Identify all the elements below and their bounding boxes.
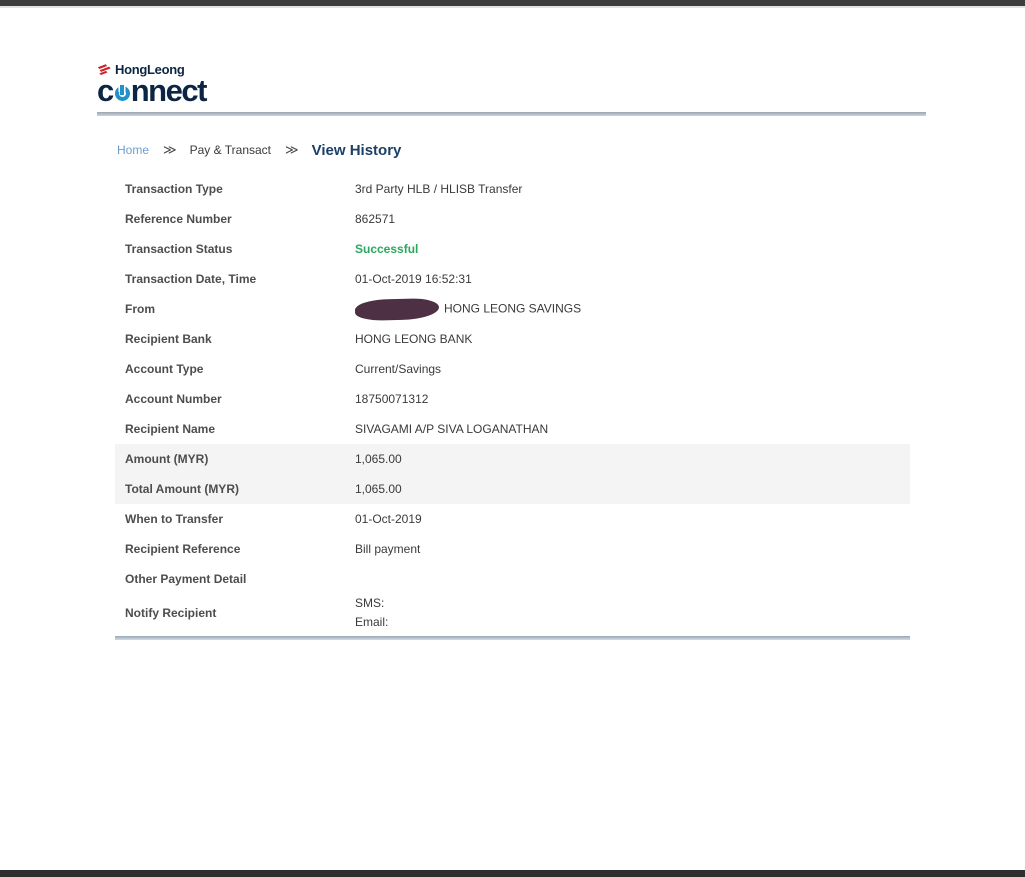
detail-row: Recipient ReferenceBill payment [115,534,910,564]
detail-row: Total Amount (MYR)1,065.00 [115,474,910,504]
detail-value: 1,065.00 [355,482,910,496]
page-content: HongLeong c nnect Home ≫ Pay & Transact … [97,10,926,640]
detail-row: Transaction Date, Time01-Oct-2019 16:52:… [115,264,910,294]
detail-value: SIVAGAMI A/P SIVA LOGANATHAN [355,422,910,436]
detail-value: HONG LEONG SAVINGS [355,299,910,320]
detail-label: Other Payment Detail [115,572,355,586]
detail-row: Transaction Type3rd Party HLB / HLISB Tr… [115,174,910,204]
header-divider [97,112,926,116]
detail-label: From [115,302,355,316]
browser-top-edge [0,0,1025,8]
power-button-icon [115,86,130,101]
detail-label: Amount (MYR) [115,452,355,466]
detail-label: Recipient Reference [115,542,355,556]
transaction-details-table: Transaction Type3rd Party HLB / HLISB Tr… [115,174,910,632]
detail-row: When to Transfer01-Oct-2019 [115,504,910,534]
redaction-scribble [355,297,440,320]
detail-value: 862571 [355,212,910,226]
browser-bottom-edge [0,870,1025,877]
detail-label: Account Type [115,362,355,376]
detail-value: Bill payment [355,542,910,556]
detail-row: Recipient NameSIVAGAMI A/P SIVA LOGANATH… [115,414,910,444]
detail-label: Recipient Name [115,422,355,436]
detail-label: Total Amount (MYR) [115,482,355,496]
hong-leong-connect-logo[interactable]: HongLeong c nnect [97,62,267,104]
detail-label: Recipient Bank [115,332,355,346]
detail-label: Notify Recipient [115,606,355,620]
footer-divider [115,636,910,640]
breadcrumb: Home ≫ Pay & Transact ≫ View History [97,140,926,160]
breadcrumb-separator-icon: ≫ [163,142,176,158]
detail-value: SMS:Email: [355,594,910,632]
detail-label: Account Number [115,392,355,406]
detail-row: Recipient BankHONG LEONG BANK [115,324,910,354]
logo-connect-suffix: nnect [131,78,206,104]
page-title: View History [312,142,402,159]
breadcrumb-separator-icon: ≫ [285,142,298,158]
detail-label: When to Transfer [115,512,355,526]
detail-label: Reference Number [115,212,355,226]
breadcrumb-home-link[interactable]: Home [117,143,149,157]
detail-label: Transaction Status [115,242,355,256]
detail-row: FromHONG LEONG SAVINGS [115,294,910,324]
detail-row: Amount (MYR)1,065.00 [115,444,910,474]
detail-value: 01-Oct-2019 [355,512,910,526]
detail-value: 01-Oct-2019 16:52:31 [355,272,910,286]
detail-row: Other Payment Detail [115,564,910,594]
detail-row: Account Number18750071312 [115,384,910,414]
detail-value: 18750071312 [355,392,910,406]
detail-row: Account TypeCurrent/Savings [115,354,910,384]
detail-row: Notify RecipientSMS:Email: [115,594,910,632]
detail-label: Transaction Type [115,182,355,196]
detail-value: 3rd Party HLB / HLISB Transfer [355,182,910,196]
breadcrumb-pay-and-transact[interactable]: Pay & Transact [190,143,271,157]
detail-value: HONG LEONG BANK [355,332,910,346]
detail-value-line: SMS: [355,594,910,613]
logo-product-name: c nnect [97,78,267,104]
detail-value: Current/Savings [355,362,910,376]
logo-connect-prefix: c [97,78,113,104]
detail-row: Reference Number862571 [115,204,910,234]
detail-value: Successful [355,242,910,256]
detail-label: Transaction Date, Time [115,272,355,286]
detail-value-line: Email: [355,613,910,632]
detail-row: Transaction StatusSuccessful [115,234,910,264]
detail-value: 1,065.00 [355,452,910,466]
